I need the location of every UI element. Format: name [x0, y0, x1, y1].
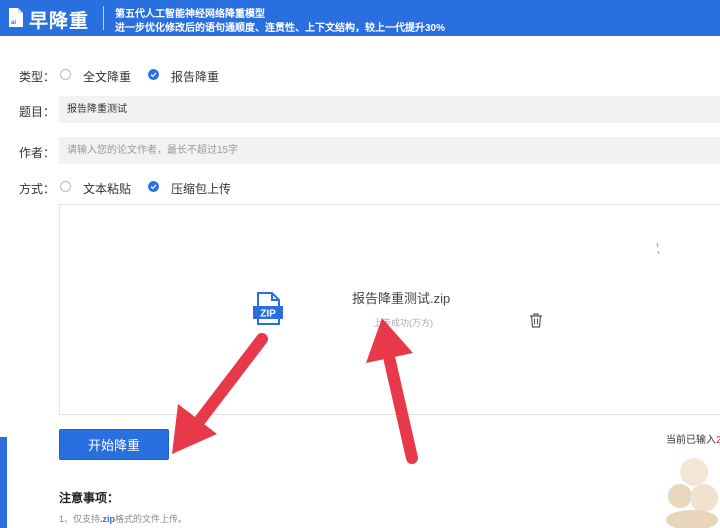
radio-report-checked-icon[interactable] [148, 69, 159, 80]
header-tagline-1: 第五代人工智能神经网络降重模型 [115, 9, 265, 20]
note-item-1-prefix: 1、仅支持 [59, 514, 101, 524]
logo-icon: ai [9, 8, 23, 27]
type-label: 类型： [19, 70, 56, 84]
radio-zip-upload-label[interactable]: 压缩包上传 [171, 180, 231, 197]
title-input[interactable]: 报告降重测试 [59, 96, 720, 123]
radio-full-text[interactable] [60, 69, 71, 80]
word-count: 当前已输入2 [666, 431, 720, 446]
zip-file-icon: ZIP [253, 292, 283, 325]
word-count-value: 2 [716, 435, 720, 446]
radio-zip-upload-checked-icon[interactable] [148, 181, 159, 192]
note-item-1-suffix: 格式的文件上传。 [115, 514, 188, 524]
note-item-1: 1、仅支持.zip格式的文件上传。 [59, 512, 187, 525]
author-input[interactable]: 请输入您的论文作者，最长不超过15字 [59, 137, 720, 164]
method-label: 方式： [19, 182, 56, 196]
decorative-mark [656, 242, 660, 255]
start-reduce-button[interactable]: 开始降重 [59, 429, 169, 460]
radio-text-paste[interactable] [60, 181, 71, 192]
mascot-decoration-icon [666, 458, 718, 528]
svg-text:ai: ai [11, 20, 16, 26]
notes-title: 注意事项： [59, 491, 120, 505]
app-name: 早降重 [29, 11, 90, 32]
zip-icon-text: ZIP [260, 309, 276, 320]
radio-text-paste-label[interactable]: 文本粘贴 [83, 180, 131, 197]
header-divider [103, 6, 104, 30]
note-item-1-highlight: .zip [100, 514, 116, 524]
word-count-prefix: 当前已输入 [666, 435, 716, 446]
header-bar: ai 早降重 第五代人工智能神经网络降重模型 进一步优化修改后的语句通顺度、连贯… [0, 0, 720, 36]
title-label: 题目： [19, 105, 56, 119]
radio-report-label[interactable]: 报告降重 [171, 68, 219, 85]
upload-status: 上传成功(万方) [373, 318, 433, 328]
upload-area[interactable] [59, 204, 720, 415]
uploaded-file-name: 报告降重测试.zip [352, 291, 451, 306]
header-tagline-2: 进一步优化修改后的语句通顺度、连贯性、上下文结构，较上一代提升30% [115, 23, 446, 34]
trash-icon[interactable] [529, 313, 543, 328]
radio-full-text-label[interactable]: 全文降重 [83, 68, 131, 85]
author-label: 作者： [19, 146, 56, 160]
side-widget-strip[interactable] [0, 437, 7, 528]
